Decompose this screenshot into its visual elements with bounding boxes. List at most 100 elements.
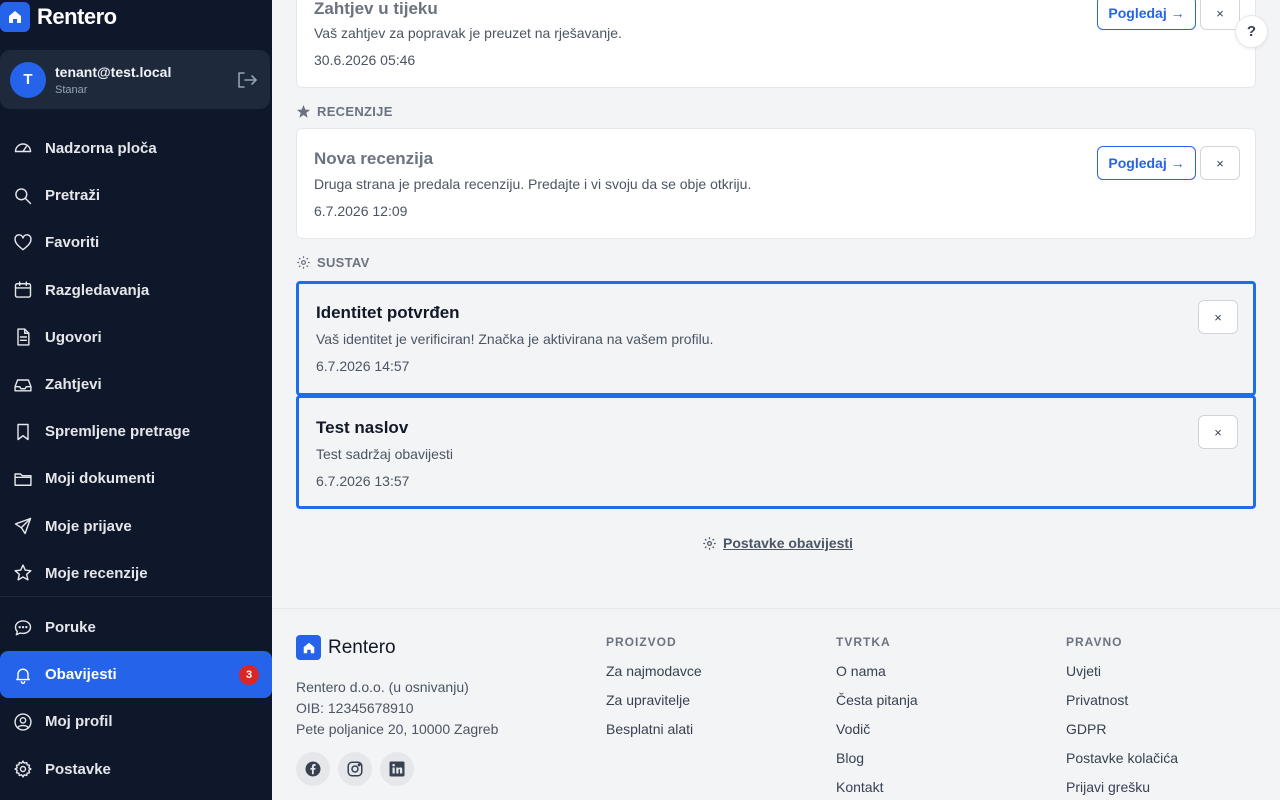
sidebar-item-label: Nadzorna ploča xyxy=(45,140,157,158)
unread-count-badge: 3 xyxy=(239,664,259,685)
view-button[interactable]: Pogledaj → xyxy=(1097,146,1196,180)
sidebar-item-label: Poruke xyxy=(45,619,96,637)
sidebar-brand[interactable]: Rentero xyxy=(0,0,117,34)
heart-icon xyxy=(13,233,45,253)
notification-settings-link[interactable]: Postavke obavijesti xyxy=(702,535,853,551)
notification-card-test[interactable]: Test naslov Test sadržaj obavijesti 6.7.… xyxy=(296,395,1256,509)
sidebar-item-label: Moji dokumenti xyxy=(45,470,155,488)
sidebar-item-moji-dokumenti[interactable]: Moji dokumenti xyxy=(0,455,272,502)
sidebar-item-label: Favoriti xyxy=(45,234,100,252)
main-content: Zahtjev u tijeku Vaš zahtjev za popravak… xyxy=(272,0,1280,800)
bell-icon xyxy=(13,665,45,685)
section-label-system: SUSTAV xyxy=(296,255,370,270)
notification-time: 6.7.2026 13:57 xyxy=(316,473,410,489)
footer-link[interactable]: O nama xyxy=(836,663,918,692)
footer-link[interactable]: Uvjeti xyxy=(1066,663,1178,692)
dismiss-button[interactable]: × xyxy=(1198,300,1238,334)
footer-link[interactable]: Za najmodavce xyxy=(606,663,702,692)
sidebar-item-zahtjevi[interactable]: Zahtjevi xyxy=(0,361,272,408)
notification-card-identity[interactable]: Identitet potvrđen Vaš identitet je veri… xyxy=(296,281,1256,396)
sidebar-item-razgledavanja[interactable]: Razgledavanja xyxy=(0,267,272,314)
notification-card-review[interactable]: Nova recenzija Druga strana je predala r… xyxy=(296,128,1256,239)
sidebar-item-favoriti[interactable]: Favoriti xyxy=(0,219,272,266)
gear-icon xyxy=(703,536,716,550)
sidebar-item-ugovori[interactable]: Ugovori xyxy=(0,314,272,361)
dismiss-button[interactable]: × xyxy=(1200,146,1240,180)
calendar-icon xyxy=(13,280,45,300)
instagram-icon[interactable] xyxy=(338,752,372,786)
sidebar-item-label: Ugovori xyxy=(45,328,102,346)
notification-title: Zahtjev u tijeku xyxy=(314,0,438,18)
user-card: T tenant@test.local Stanar xyxy=(0,50,270,109)
sidebar-item-spremljene-pretrage[interactable]: Spremljene pretrage xyxy=(0,408,272,455)
company-address: Pete poljanice 20, 10000 Zagreb xyxy=(296,721,499,737)
nav-divider xyxy=(0,596,272,597)
bookmark-icon xyxy=(13,422,45,442)
footer-link[interactable]: Vodič xyxy=(836,721,918,750)
company-name: Rentero d.o.o. (u osnivanju) xyxy=(296,679,469,695)
sidebar-item-label: Postavke xyxy=(45,760,111,778)
sidebar-nav: Nadzorna ploča Pretraži Favoriti Razgledava… xyxy=(0,125,272,597)
dismiss-button[interactable]: × xyxy=(1198,415,1238,449)
sidebar-item-label: Obavijesti xyxy=(45,666,117,684)
sidebar-item-pretra-i[interactable]: Pretraži xyxy=(0,172,272,219)
sidebar-item-nadzorna-plo-a[interactable]: Nadzorna ploča xyxy=(0,125,272,172)
folder-icon xyxy=(13,469,45,489)
facebook-icon[interactable] xyxy=(296,752,330,786)
notification-body: Druga strana je predala recenziju. Preda… xyxy=(314,176,752,192)
star-icon xyxy=(13,563,45,583)
sidebar: Rentero T tenant@test.local Stanar Nadzo… xyxy=(0,0,272,800)
sidebar-item-label: Zahtjevi xyxy=(45,376,102,394)
dismiss-button[interactable]: × xyxy=(1200,0,1240,30)
home-logo-icon xyxy=(296,635,321,660)
dashboard-icon xyxy=(13,139,45,159)
footer-link[interactable]: Prijavi grešku xyxy=(1066,779,1178,800)
inbox-icon xyxy=(13,375,45,395)
footer-link[interactable]: GDPR xyxy=(1066,721,1178,750)
user-role: Stanar xyxy=(55,83,88,96)
notification-body: Vaš zahtjev za popravak je preuzet na rj… xyxy=(314,25,622,41)
section-label-reviews: RECENZIJE xyxy=(296,104,393,119)
help-button[interactable]: ? xyxy=(1235,15,1268,48)
sidebar-item-poruke[interactable]: Poruke xyxy=(0,604,272,651)
home-logo-icon xyxy=(0,2,30,32)
sidebar-nav-secondary: Poruke Obavijesti 3 Moj profil Postavke xyxy=(0,604,272,793)
footer-col-legal: PRAVNO Uvjeti Privatnost GDPR Postavke k… xyxy=(1066,635,1178,800)
footer-link[interactable]: Česta pitanja xyxy=(836,692,918,721)
logout-icon[interactable] xyxy=(236,70,258,95)
footer-link[interactable]: Besplatni alati xyxy=(606,721,702,750)
notification-time: 6.7.2026 14:57 xyxy=(316,358,410,374)
footer-brand-name: Rentero xyxy=(328,636,396,658)
view-button[interactable]: Pogledaj → xyxy=(1097,0,1196,30)
sidebar-item-label: Moj profil xyxy=(45,713,113,731)
brand-name: Rentero xyxy=(37,4,117,29)
sidebar-item-postavke[interactable]: Postavke xyxy=(0,746,272,793)
notification-title: Nova recenzija xyxy=(314,149,434,168)
notification-time: 6.7.2026 12:09 xyxy=(314,203,408,219)
gear-icon xyxy=(297,256,310,269)
footer-link[interactable]: Postavke kolačića xyxy=(1066,750,1178,779)
footer-col-company: TVRTKA O nama Česta pitanja Vodič Blog K… xyxy=(836,635,918,800)
footer-link[interactable]: Za upravitelje xyxy=(606,692,702,721)
sidebar-item-moje-recenzije[interactable]: Moje recenzije xyxy=(0,550,272,597)
notification-card-repair[interactable]: Zahtjev u tijeku Vaš zahtjev za popravak… xyxy=(296,0,1256,88)
star-filled-icon xyxy=(296,104,311,118)
user-circle-icon xyxy=(13,712,45,732)
sidebar-item-moje-prijave[interactable]: Moje prijave xyxy=(0,503,272,550)
company-oib: OIB: 12345678910 xyxy=(296,700,414,716)
sidebar-item-obavijesti[interactable]: Obavijesti 3 xyxy=(0,651,272,699)
sidebar-item-label: Moje prijave xyxy=(45,517,132,535)
notification-body: Vaš identitet je verificiran! Značka je … xyxy=(316,331,714,347)
notification-title: Identitet potvrđen xyxy=(316,303,460,322)
footer-col-product: PROIZVOD Za najmodavce Za upravitelje Be… xyxy=(606,635,702,750)
footer-link[interactable]: Kontakt xyxy=(836,779,918,800)
linkedin-icon[interactable] xyxy=(380,752,414,786)
footer-brand[interactable]: Rentero xyxy=(296,635,396,660)
sidebar-item-label: Moje recenzije xyxy=(45,564,148,582)
sidebar-item-moj-profil[interactable]: Moj profil xyxy=(0,698,272,745)
user-email: tenant@test.local xyxy=(55,63,172,80)
sidebar-item-label: Pretraži xyxy=(45,187,101,205)
footer-link[interactable]: Blog xyxy=(836,750,918,779)
notification-time: 30.6.2026 05:46 xyxy=(314,52,416,68)
footer-link[interactable]: Privatnost xyxy=(1066,692,1178,721)
